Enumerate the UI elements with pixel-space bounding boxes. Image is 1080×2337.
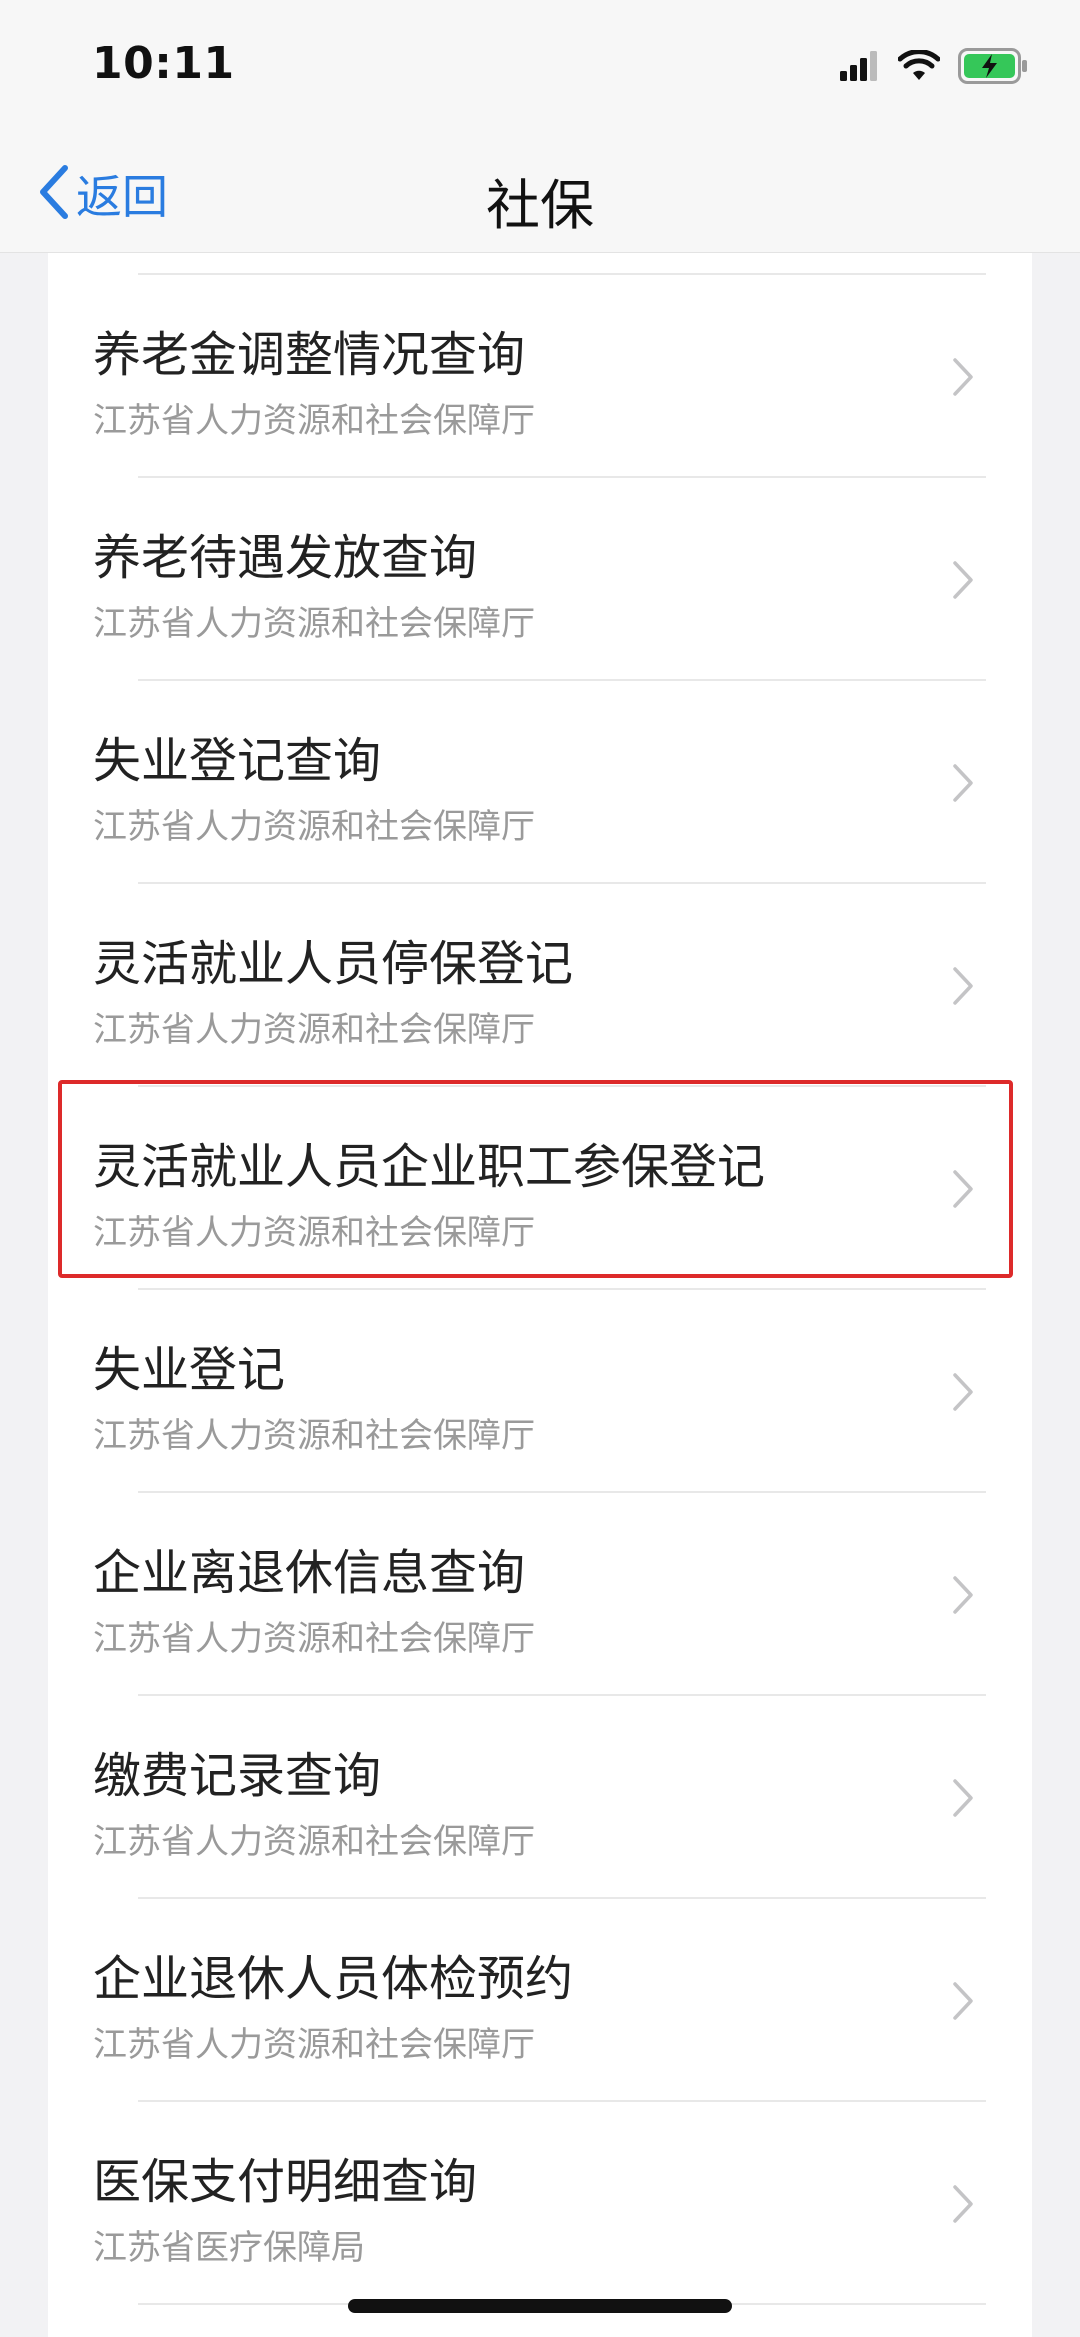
chevron-right-icon [953, 2185, 973, 2223]
item-subtitle: 江苏省人力资源和社会保障厅 [93, 1010, 535, 1050]
item-title: 养老待遇发放查询 [93, 530, 478, 586]
list-item[interactable]: 养老金调整情况查询 江苏省人力资源和社会保障厅 [48, 275, 1032, 478]
navigation-bar: 返回 社保 [0, 135, 1080, 253]
list-item[interactable]: 失业登记查询 江苏省人力资源和社会保障厅 [48, 681, 1032, 884]
chevron-right-icon [953, 561, 973, 599]
battery-charging-icon [958, 48, 1028, 88]
item-title: 灵活就业人员停保登记 [93, 936, 574, 992]
page-title: 社保 [486, 174, 594, 237]
chevron-right-icon [953, 764, 973, 802]
wifi-icon [897, 49, 941, 86]
item-title: 养老金调整情况查询 [93, 327, 526, 383]
item-title: 失业登记 [93, 1342, 286, 1398]
item-title: 缴费记录查询 [93, 1748, 382, 1804]
signal-icon [840, 51, 880, 85]
item-subtitle: 江苏省人力资源和社会保障厅 [93, 807, 535, 847]
item-subtitle: 江苏省人力资源和社会保障厅 [93, 1822, 535, 1862]
item-title: 企业退休人员体检预约 [93, 1951, 574, 2007]
item-subtitle: 江苏省人力资源和社会保障厅 [93, 1416, 535, 1456]
item-subtitle: 江苏省人力资源和社会保障厅 [93, 2025, 535, 2065]
item-subtitle: 江苏省人力资源和社会保障厅 [93, 401, 535, 441]
list-item-highlighted[interactable]: 灵活就业人员企业职工参保登记 江苏省人力资源和社会保障厅 [48, 1087, 1032, 1290]
item-subtitle: 江苏省人力资源和社会保障厅 [93, 1619, 535, 1659]
status-icons [840, 48, 1028, 88]
chevron-right-icon [953, 1982, 973, 2020]
list-item[interactable]: 灵活就业人员停保登记 江苏省人力资源和社会保障厅 [48, 884, 1032, 1087]
chevron-right-icon [953, 1373, 973, 1411]
list-item[interactable]: 企业离退休信息查询 江苏省人力资源和社会保障厅 [48, 1493, 1032, 1696]
item-title: 灵活就业人员企业职工参保登记 [93, 1139, 766, 1195]
status-time: 10:11 [92, 38, 235, 89]
home-indicator [348, 2299, 732, 2313]
item-subtitle: 江苏省人力资源和社会保障厅 [93, 604, 535, 644]
chevron-right-icon [953, 967, 973, 1005]
chevron-right-icon [953, 1170, 973, 1208]
status-bar: 10:11 [0, 0, 1080, 135]
item-title: 企业离退休信息查询 [93, 1545, 526, 1601]
chevron-right-icon [953, 1779, 973, 1817]
item-title: 失业登记查询 [93, 733, 382, 789]
list-item[interactable]: 医保支付明细查询 江苏省医疗保障局 [48, 2102, 1032, 2305]
item-subtitle: 江苏省医疗保障局 [93, 2228, 365, 2268]
chevron-right-icon [953, 1576, 973, 1614]
service-list: 养老金调整情况查询 江苏省人力资源和社会保障厅 养老待遇发放查询 江苏省人力资源… [48, 253, 1032, 2337]
list-item[interactable]: 企业退休人员体检预约 江苏省人力资源和社会保障厅 [48, 1899, 1032, 2102]
list-item[interactable]: 缴费记录查询 江苏省人力资源和社会保障厅 [48, 1696, 1032, 1899]
list-item[interactable]: 养老待遇发放查询 江苏省人力资源和社会保障厅 [48, 478, 1032, 681]
list-item[interactable]: 失业登记 江苏省人力资源和社会保障厅 [48, 1290, 1032, 1493]
item-subtitle: 江苏省人力资源和社会保障厅 [93, 1213, 535, 1253]
item-title: 医保支付明细查询 [93, 2154, 478, 2210]
chevron-right-icon [953, 358, 973, 396]
